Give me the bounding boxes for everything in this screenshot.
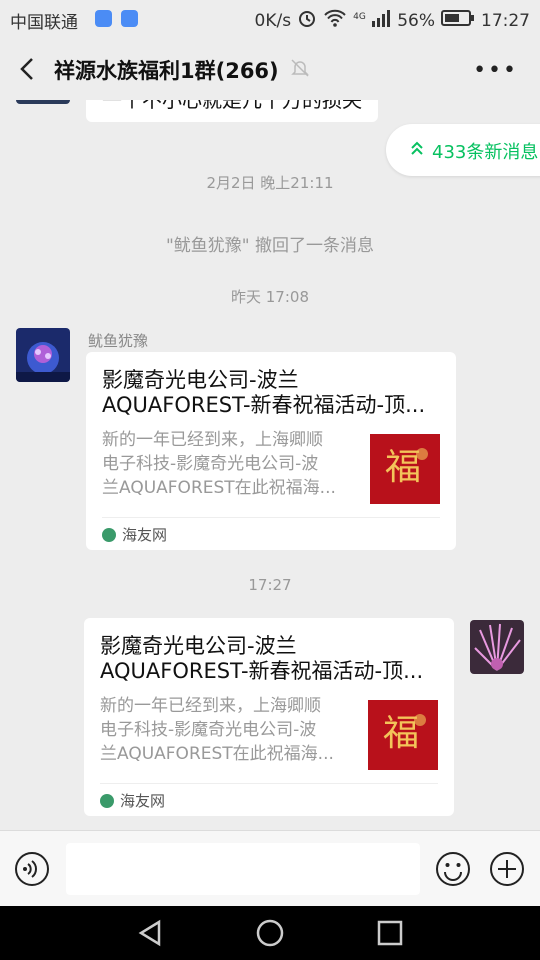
new-messages-label: 433条新消息	[432, 142, 539, 163]
divider	[100, 783, 438, 784]
app-notification-icon	[95, 10, 112, 27]
card-thumbnail: 福	[370, 434, 440, 504]
carrier-label: 中国联通	[10, 13, 78, 33]
card-source: 海友网	[102, 524, 167, 545]
new-messages-button[interactable]: 433条新消息	[386, 124, 540, 176]
net-speed: 0K/s	[254, 10, 292, 31]
card-title-line: AQUAFOREST-新春祝福活动-顶...	[102, 393, 426, 417]
chat-area[interactable]: 一个不小心就是几千万的损失 433条新消息 2月2日 晚上21:11 "鱿鱼犹豫…	[0, 100, 540, 830]
card-description: 新的一年已经到来，上海卿顺 电子科技-影魔奇光电公司-波 兰AQUAFOREST…	[100, 694, 350, 766]
battery-percent: 56%	[397, 10, 435, 31]
avatar[interactable]	[470, 620, 524, 674]
emoji-icon[interactable]	[435, 851, 471, 887]
card-title-line: 影魔奇光电公司-波兰	[100, 634, 297, 658]
thumb-text: 福	[385, 447, 421, 488]
card-desc-line: 新的一年已经到来，上海卿顺	[100, 696, 321, 716]
link-card[interactable]: 影魔奇光电公司-波兰 AQUAFOREST-新春祝福活动-顶... 新的一年已经…	[86, 352, 456, 550]
double-chevron-up-icon	[410, 139, 424, 162]
voice-icon[interactable]	[14, 851, 50, 887]
recall-notice: "鱿鱼犹豫" 撤回了一条消息	[165, 236, 375, 256]
more-dots-icon[interactable]: •••	[473, 58, 518, 83]
card-desc-line: 兰AQUAFOREST在此祝福海...	[102, 478, 336, 498]
battery-icon	[441, 9, 475, 32]
link-card[interactable]: 影魔奇光电公司-波兰 AQUAFOREST-新春祝福活动-顶... 新的一年已经…	[84, 618, 454, 816]
card-title-line: 影魔奇光电公司-波兰	[102, 368, 299, 392]
source-logo-icon	[100, 793, 114, 808]
clock: 17:27	[481, 10, 530, 31]
card-title-line: AQUAFOREST-新春祝福活动-顶...	[100, 659, 424, 683]
avatar[interactable]	[16, 100, 70, 104]
card-title: 影魔奇光电公司-波兰 AQUAFOREST-新春祝福活动-顶...	[100, 634, 440, 684]
wifi-icon	[323, 8, 347, 33]
card-desc-line: 新的一年已经到来，上海卿顺	[102, 430, 323, 450]
chat-notification-icon	[121, 10, 138, 27]
input-bar	[0, 830, 540, 907]
message-bubble[interactable]: 一个不小心就是几千万的损失	[86, 100, 378, 122]
thumb-text: 福	[383, 713, 419, 754]
alarm-icon	[297, 8, 317, 33]
chevron-left-icon[interactable]	[16, 56, 40, 82]
nav-home-icon[interactable]	[256, 919, 284, 947]
signal-icon: 4G	[353, 9, 391, 32]
network-type: 4G	[353, 12, 366, 22]
card-desc-line: 电子科技-影魔奇光电公司-波	[102, 454, 319, 474]
divider	[102, 517, 440, 518]
chat-header: 祥源水族福利1群(266) •••	[0, 38, 540, 100]
source-name: 海友网	[120, 792, 166, 810]
card-description: 新的一年已经到来，上海卿顺 电子科技-影魔奇光电公司-波 兰AQUAFOREST…	[102, 428, 352, 500]
card-desc-line: 电子科技-影魔奇光电公司-波	[100, 720, 317, 740]
timestamp: 2月2日 晚上21:11	[206, 174, 334, 192]
nav-back-icon[interactable]	[137, 919, 165, 947]
system-nav-bar	[0, 906, 540, 960]
source-logo-icon	[102, 527, 116, 542]
message-input[interactable]	[66, 843, 420, 895]
plus-icon[interactable]	[489, 851, 525, 887]
nav-recents-icon[interactable]	[376, 919, 404, 947]
timestamp: 昨天 17:08	[231, 288, 309, 306]
avatar[interactable]	[16, 328, 70, 382]
source-name: 海友网	[122, 526, 168, 544]
card-title: 影魔奇光电公司-波兰 AQUAFOREST-新春祝福活动-顶...	[102, 368, 442, 418]
card-desc-line: 兰AQUAFOREST在此祝福海...	[100, 744, 334, 764]
timestamp: 17:27	[248, 576, 292, 594]
status-bar: 中国联通 0K/s 4G 56% 17:27	[0, 0, 540, 38]
sender-name: 鱿鱼犹豫	[88, 332, 149, 350]
card-thumbnail: 福	[368, 700, 438, 770]
chat-title: 祥源水族福利1群(266)	[54, 59, 279, 83]
bell-off-icon	[290, 58, 310, 82]
card-source: 海友网	[100, 790, 165, 811]
